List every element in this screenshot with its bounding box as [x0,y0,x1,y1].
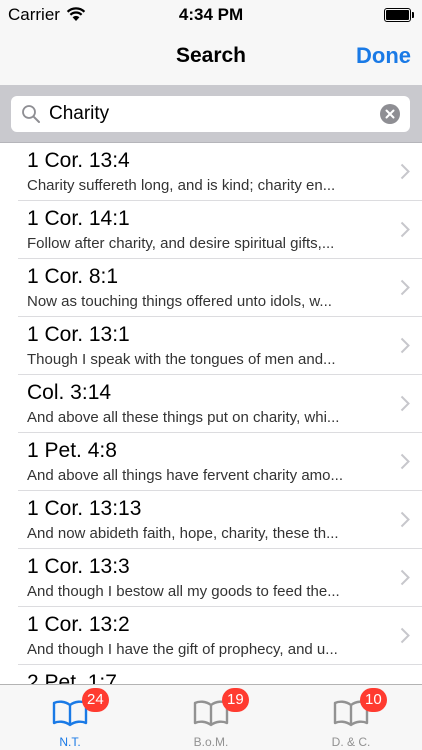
tab-label: D. & C. [331,735,371,749]
chevron-right-icon [400,453,410,470]
chevron-right-icon [400,337,410,354]
table-row[interactable]: 1 Cor. 13:3 And though I bestow all my go… [18,549,422,607]
verse-reference: 1 Cor. 13:1 [27,323,130,346]
search-input[interactable] [49,102,379,126]
chevron-right-icon [400,221,410,238]
tab-label: B.o.M. [193,735,229,749]
table-row[interactable]: 1 Cor. 13:4 Charity suffereth long, and i… [18,143,422,201]
verse-snippet: Charity suffereth long, and is kind; cha… [27,177,336,194]
table-row[interactable]: 1 Cor. 13:1 Though I speak with the tongu… [18,317,422,375]
verse-snippet: Now as touching things offered unto idol… [27,293,332,310]
chevron-right-icon [400,511,410,528]
tab-label: N.T. [59,735,81,749]
done-button[interactable]: Done [356,43,411,69]
chevron-right-icon [400,627,410,644]
tab-item[interactable]: 24 N.T. [0,685,140,750]
verse-reference: 1 Cor. 14:1 [27,207,130,230]
search-field[interactable] [11,96,410,132]
battery-icon [384,8,414,22]
tab-item[interactable]: 10 D. & C. [281,685,421,750]
verse-reference: Col. 3:14 [27,381,112,404]
tab-bar: 24 N.T. 19 B.o.M. 10 D. & C. [0,684,422,750]
clock: 4:34 PM [178,5,244,24]
verse-reference: 1 Cor. 13:2 [27,613,130,636]
badge-count: 10 [360,688,387,712]
search-icon [22,105,40,123]
verse-reference: 1 Cor. 8:1 [27,265,119,288]
verse-snippet: And though I bestow all my goods to feed… [27,583,340,600]
chevron-right-icon [400,395,410,412]
verse-reference: 1 Pet. 4:8 [27,439,117,462]
table-row[interactable]: 1 Pet. 4:8 And above all things have ferv… [18,433,422,491]
table-row[interactable]: 1 Cor. 13:13 And now abideth faith, hope,… [18,491,422,549]
clear-icon[interactable] [380,104,400,124]
table-row[interactable]: 2 Pet. 1:7 [18,665,422,684]
verse-snippet: Follow after charity, and desire spiritu… [27,235,335,252]
verse-snippet: And above all things have fervent charit… [27,467,344,484]
status-bar: Carrier 4:34 PM [0,0,422,30]
table-row[interactable]: Col. 3:14 And above all these things put … [18,375,422,433]
verse-reference: 2 Pet. 1:7 [27,671,117,684]
table-row[interactable]: 1 Cor. 13:2 And though I have the gift of… [18,607,422,665]
navigation-bar: Search Done [0,30,422,85]
tab-item[interactable]: 19 B.o.M. [141,685,281,750]
table-row[interactable]: 1 Cor. 14:1 Follow after charity, and des… [18,201,422,259]
verse-reference: 1 Cor. 13:4 [27,149,130,172]
verse-snippet: And now abideth faith, hope, charity, th… [27,525,339,542]
verse-snippet: And above all these things put on charit… [27,409,340,426]
results-list: 1 Cor. 13:4 Charity suffereth long, and i… [0,143,422,684]
search-bar [0,85,422,143]
verse-reference: 1 Cor. 13:13 [27,497,142,520]
chevron-right-icon [400,569,410,586]
badge-count: 24 [82,688,109,712]
verse-snippet: Though I speak with the tongues of men a… [27,351,336,368]
chevron-right-icon [400,163,410,180]
chevron-right-icon [400,279,410,296]
verse-snippet: And though I have the gift of prophecy, … [27,641,338,658]
badge-count: 19 [222,688,249,712]
verse-reference: 1 Cor. 13:3 [27,555,130,578]
table-row[interactable]: 1 Cor. 8:1 Now as touching things offered… [18,259,422,317]
